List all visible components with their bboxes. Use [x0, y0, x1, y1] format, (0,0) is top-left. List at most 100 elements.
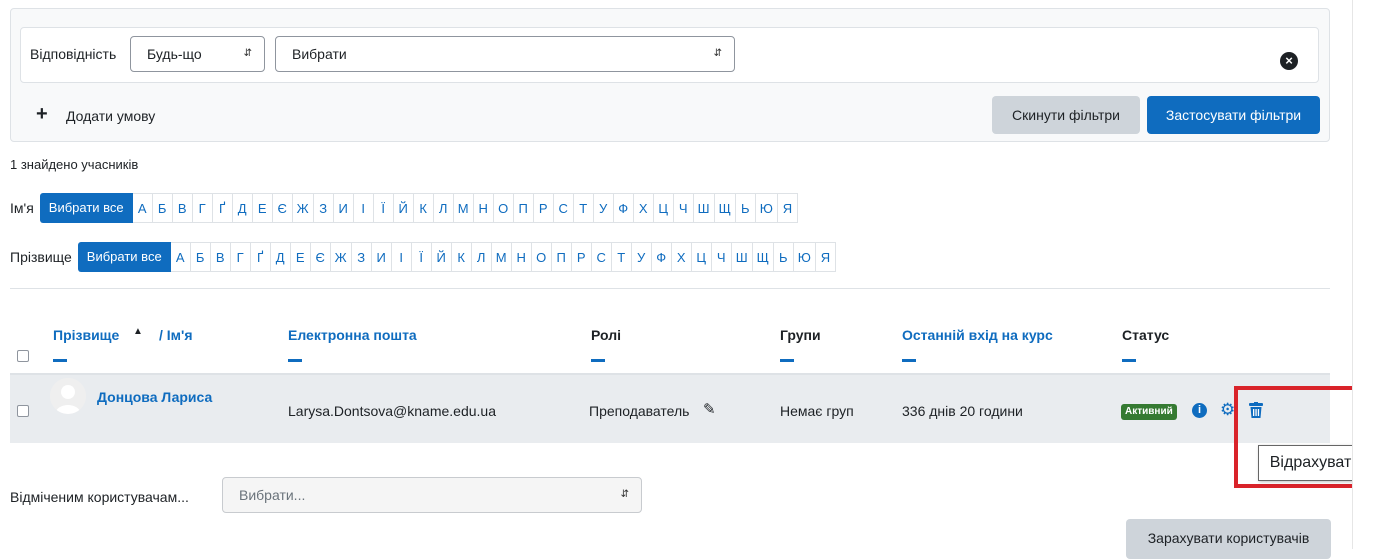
- lastname-letter[interactable]: У: [631, 242, 652, 272]
- firstname-letter[interactable]: О: [493, 193, 514, 223]
- lastname-letter[interactable]: С: [591, 242, 612, 272]
- firstname-letter[interactable]: М: [453, 193, 474, 223]
- lastname-letter[interactable]: П: [551, 242, 572, 272]
- firstname-letter[interactable]: Ж: [292, 193, 314, 223]
- add-condition-link[interactable]: Додати умову: [66, 108, 155, 124]
- firstname-letter[interactable]: Щ: [714, 193, 736, 223]
- lastname-letter[interactable]: Д: [270, 242, 291, 272]
- firstname-letter[interactable]: Ш: [693, 193, 715, 223]
- lastname-letter[interactable]: О: [531, 242, 552, 272]
- lastname-letter[interactable]: Х: [671, 242, 692, 272]
- firstname-letter[interactable]: В: [172, 193, 193, 223]
- firstname-letter[interactable]: Л: [433, 193, 454, 223]
- firstname-letter[interactable]: Ч: [673, 193, 694, 223]
- lastname-letter[interactable]: З: [351, 242, 372, 272]
- firstname-letter[interactable]: Н: [473, 193, 494, 223]
- user-name-link[interactable]: Донцова Лариса: [97, 389, 212, 405]
- lastname-letter[interactable]: Ю: [793, 242, 816, 272]
- firstname-letter[interactable]: Р: [533, 193, 554, 223]
- lastname-letter[interactable]: Є: [310, 242, 331, 272]
- lastname-letter[interactable]: В: [210, 242, 231, 272]
- firstname-letter[interactable]: Е: [252, 193, 273, 223]
- firstname-letter[interactable]: Ь: [735, 193, 756, 223]
- filter-type-select[interactable]: Вибрати ⇵: [275, 36, 735, 72]
- lastname-letter[interactable]: Й: [431, 242, 452, 272]
- select-all-checkbox[interactable]: [17, 350, 29, 362]
- lastname-letter[interactable]: Я: [815, 242, 836, 272]
- th-lastname[interactable]: Прізвище: [53, 327, 119, 343]
- collapse-last-access-icon[interactable]: [902, 359, 916, 362]
- lastname-letter[interactable]: Ф: [651, 242, 672, 272]
- lastname-letter[interactable]: Ж: [330, 242, 352, 272]
- firstname-letter[interactable]: Х: [633, 193, 654, 223]
- firstname-letter[interactable]: Д: [232, 193, 253, 223]
- th-firstname[interactable]: / Ім'я: [159, 327, 193, 343]
- lastname-letter[interactable]: М: [491, 242, 512, 272]
- lastname-letter[interactable]: Н: [511, 242, 532, 272]
- reset-filters-button[interactable]: Скинути фільтри: [992, 96, 1140, 134]
- lastname-letter[interactable]: Б: [190, 242, 211, 272]
- firstname-letter[interactable]: И: [333, 193, 354, 223]
- collapse-email-icon[interactable]: [288, 359, 302, 362]
- firstname-letter[interactable]: Ц: [653, 193, 674, 223]
- info-icon[interactable]: i: [1192, 403, 1207, 418]
- collapse-status-icon[interactable]: [1122, 359, 1136, 362]
- firstname-letter[interactable]: Т: [573, 193, 594, 223]
- apply-filters-button[interactable]: Застосувати фільтри: [1147, 96, 1320, 134]
- firstname-letter[interactable]: Ґ: [212, 193, 233, 223]
- row-checkbox[interactable]: [17, 405, 29, 417]
- bulk-action-select[interactable]: Вибрати... ⇵: [222, 477, 642, 513]
- lastname-letter[interactable]: Ь: [773, 242, 794, 272]
- match-select[interactable]: Будь-що ⇵: [130, 36, 265, 72]
- collapse-roles-icon[interactable]: [591, 359, 605, 362]
- firstname-letter[interactable]: Б: [152, 193, 173, 223]
- firstname-letter[interactable]: І: [353, 193, 374, 223]
- lastname-letter[interactable]: І: [391, 242, 412, 272]
- firstname-letter[interactable]: Ф: [613, 193, 634, 223]
- lastname-letter[interactable]: Ц: [691, 242, 712, 272]
- lastname-letter[interactable]: Ї: [411, 242, 432, 272]
- lastname-letter[interactable]: И: [371, 242, 392, 272]
- firstname-letter[interactable]: Ю: [755, 193, 778, 223]
- pencil-icon[interactable]: ✎: [703, 400, 716, 418]
- firstname-letter[interactable]: А: [132, 193, 153, 223]
- divider: [10, 288, 1330, 289]
- firstname-letter[interactable]: З: [313, 193, 334, 223]
- bulk-action-placeholder: Вибрати...: [239, 487, 306, 503]
- firstname-letter[interactable]: К: [413, 193, 434, 223]
- lastname-letter[interactable]: К: [451, 242, 472, 272]
- lastname-letter[interactable]: Т: [611, 242, 632, 272]
- firstname-letter[interactable]: У: [593, 193, 614, 223]
- collapse-groups-icon[interactable]: [780, 359, 794, 362]
- th-email[interactable]: Електронна пошта: [288, 327, 417, 343]
- firstname-all-button[interactable]: Вибрати все: [39, 193, 133, 223]
- cog-icon[interactable]: ⚙: [1220, 400, 1235, 420]
- firstname-letter[interactable]: П: [513, 193, 534, 223]
- select-caret-icon: ⇵: [620, 489, 629, 500]
- th-last-access[interactable]: Останній вхід на курс: [902, 327, 1053, 343]
- lastname-letter[interactable]: Ш: [731, 242, 753, 272]
- lastname-letter[interactable]: А: [170, 242, 191, 272]
- firstname-letters: АБВГҐДЕЄЖЗИІЇЙКЛМНОПРСТУФХЦЧШЩЬЮЯ: [132, 193, 798, 223]
- lastname-all-button[interactable]: Вибрати все: [77, 242, 171, 272]
- lastname-letter[interactable]: Ґ: [250, 242, 271, 272]
- lastname-letter[interactable]: Е: [290, 242, 311, 272]
- lastname-letter[interactable]: Щ: [752, 242, 774, 272]
- firstname-letter[interactable]: Г: [192, 193, 213, 223]
- firstname-letter[interactable]: Ї: [373, 193, 394, 223]
- lastname-letter[interactable]: Л: [471, 242, 492, 272]
- user-avatar-icon[interactable]: [50, 378, 86, 414]
- collapse-lastname-icon[interactable]: [53, 359, 67, 362]
- firstname-letter[interactable]: Я: [777, 193, 798, 223]
- plus-icon[interactable]: +: [36, 104, 48, 124]
- user-email: Larysa.Dontsova@kname.edu.ua: [288, 403, 496, 419]
- firstname-letter[interactable]: С: [553, 193, 574, 223]
- firstname-letter[interactable]: Й: [393, 193, 414, 223]
- lastname-letter[interactable]: Р: [571, 242, 592, 272]
- scrollbar[interactable]: [1352, 0, 1378, 549]
- enrol-users-button[interactable]: Зарахувати користувачів: [1126, 519, 1331, 559]
- firstname-letter[interactable]: Є: [272, 193, 293, 223]
- close-icon[interactable]: ×: [1280, 52, 1298, 70]
- lastname-letter[interactable]: Г: [230, 242, 251, 272]
- lastname-letter[interactable]: Ч: [711, 242, 732, 272]
